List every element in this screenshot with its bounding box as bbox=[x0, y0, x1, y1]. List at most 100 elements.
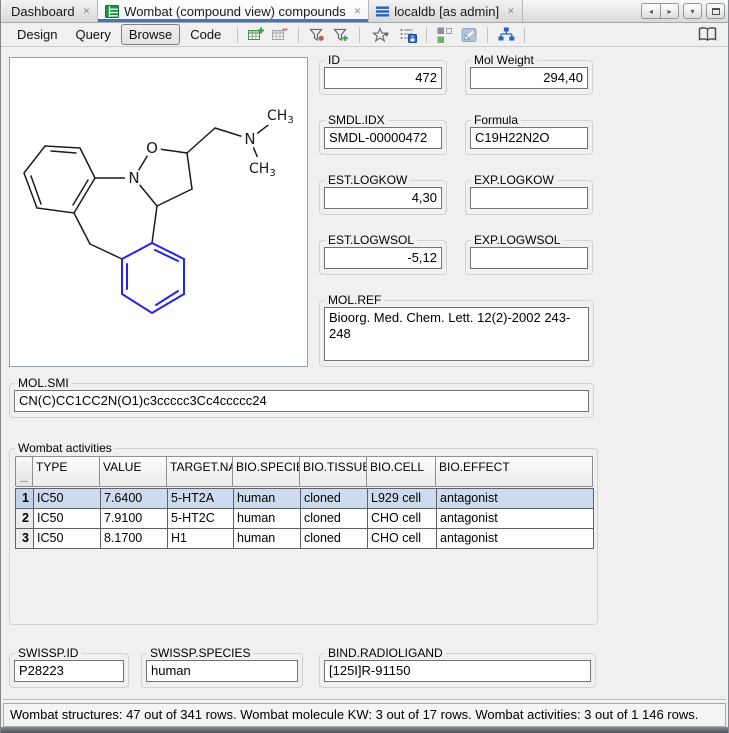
query-view-button[interactable]: Query bbox=[67, 24, 118, 45]
close-icon[interactable]: ✕ bbox=[507, 7, 515, 16]
formula-input[interactable]: C19H22N2O bbox=[470, 127, 588, 149]
table-cell[interactable]: IC50 bbox=[34, 529, 101, 549]
favorites-dropdown-button[interactable]: ▾ bbox=[367, 25, 395, 45]
exp-logkow-input[interactable] bbox=[470, 187, 588, 209]
structure-panel[interactable]: N O N CH3 CH3 bbox=[9, 57, 308, 367]
table-cell[interactable]: IC50 bbox=[34, 489, 101, 509]
design-view-button[interactable]: Design bbox=[9, 24, 65, 45]
row-header[interactable]: 1 bbox=[16, 489, 34, 509]
swissp-species-input[interactable]: human bbox=[146, 660, 298, 682]
formula-field-label: Formula bbox=[471, 113, 521, 127]
scroll-tabs-right-button[interactable]: ▸ bbox=[660, 3, 679, 19]
wombat-activities-group: Wombat activities ... TYPE VALUE TARGET.… bbox=[9, 441, 598, 625]
book-icon bbox=[697, 26, 718, 43]
column-header[interactable]: TARGET.NAME bbox=[166, 456, 233, 487]
bind-radioligand-input[interactable]: [125I]R-91150 bbox=[324, 660, 591, 682]
table-cell[interactable]: CHO cell bbox=[368, 509, 437, 529]
row-header[interactable]: 3 bbox=[16, 529, 34, 549]
schema-button[interactable] bbox=[495, 25, 517, 45]
filter-add-icon bbox=[332, 26, 350, 44]
table-cell[interactable]: antagonist bbox=[437, 529, 594, 549]
toolbar-separator bbox=[524, 27, 525, 43]
chevron-down-icon: ▾ bbox=[385, 30, 389, 39]
mol-ref-input[interactable]: Bioorg. Med. Chem. Lett. 12(2)-2002 243-… bbox=[324, 307, 589, 361]
row-header[interactable]: 2 bbox=[16, 509, 34, 529]
tab-wombat-compound-view[interactable]: Wombat (compound view) compounds ✕ bbox=[98, 0, 369, 22]
table-cell[interactable]: CHO cell bbox=[368, 529, 437, 549]
mol-weight-input[interactable]: 294,40 bbox=[470, 67, 588, 89]
table-cell[interactable]: 7.9100 bbox=[101, 509, 168, 529]
tab-dashboard[interactable]: Dashboard ✕ bbox=[4, 0, 98, 22]
table-cell[interactable]: 5-HT2C bbox=[168, 509, 234, 529]
smdl-idx-field-label: SMDL.IDX bbox=[325, 113, 388, 127]
table-cell[interactable]: antagonist bbox=[437, 489, 594, 509]
close-icon[interactable]: ✕ bbox=[354, 7, 362, 16]
tab-controls: ◂ ▸ ▾ bbox=[641, 3, 725, 19]
maximize-icon bbox=[712, 8, 720, 15]
database-list-blue-icon bbox=[376, 6, 389, 17]
exp-logwsol-input[interactable] bbox=[470, 247, 588, 269]
filter-button[interactable] bbox=[306, 25, 328, 45]
column-chooser-button[interactable]: ... bbox=[15, 456, 33, 487]
code-view-button[interactable]: Code bbox=[182, 24, 229, 45]
table-cell[interactable]: H1 bbox=[168, 529, 234, 549]
est-logkow-field-label: EST.LOGKOW bbox=[325, 173, 410, 187]
scroll-tabs-left-button[interactable]: ◂ bbox=[641, 3, 660, 19]
column-header[interactable]: BIO.EFFECT bbox=[435, 456, 593, 487]
mol-smi-input[interactable]: CN(C)CC1CC2N(O1)c3ccccc3Cc4ccccc24 bbox=[14, 390, 589, 412]
browse-view-button[interactable]: Browse bbox=[121, 24, 180, 45]
table-cell[interactable]: IC50 bbox=[34, 509, 101, 529]
table-cell[interactable]: cloned bbox=[301, 489, 368, 509]
swissp-id-input[interactable]: P28223 bbox=[14, 660, 124, 682]
components-button[interactable] bbox=[434, 25, 456, 45]
table-cell[interactable]: human bbox=[234, 529, 301, 549]
column-header[interactable]: TYPE bbox=[32, 456, 100, 487]
mol-smi-field: MOL.SMI CN(C)CC1CC2N(O1)c3ccccc3Cc4ccccc… bbox=[9, 376, 594, 418]
filter-dot-icon bbox=[308, 26, 326, 44]
tab-localdb[interactable]: localdb [as admin] ✕ bbox=[369, 0, 522, 22]
list-save-button[interactable] bbox=[397, 25, 419, 45]
table-cell[interactable]: human bbox=[234, 509, 301, 529]
mol-weight-field-label: Mol Weight bbox=[471, 53, 537, 67]
table-cell[interactable]: cloned bbox=[301, 529, 368, 549]
activities-table-header: ... TYPE VALUE TARGET.NAME BIO.SPECIES B… bbox=[15, 456, 593, 487]
table-cell[interactable]: 8.1700 bbox=[101, 529, 168, 549]
column-header[interactable]: VALUE bbox=[99, 456, 167, 487]
activities-table: ... TYPE VALUE TARGET.NAME BIO.SPECIES B… bbox=[15, 456, 593, 549]
grid-add-button[interactable] bbox=[245, 25, 267, 45]
table-cell[interactable]: antagonist bbox=[437, 509, 594, 529]
table-cell[interactable]: 5-HT2A bbox=[168, 489, 234, 509]
reference-guide-button[interactable] bbox=[696, 25, 718, 45]
maximize-button[interactable] bbox=[706, 3, 725, 19]
toolbar-separator bbox=[237, 27, 238, 43]
exp-logkow-field-label: EXP.LOGKOW bbox=[471, 173, 557, 187]
table-cell[interactable]: L929 cell bbox=[368, 489, 437, 509]
status-bar: Wombat structures: 47 out of 341 rows. W… bbox=[3, 703, 726, 727]
mol-smi-field-label: MOL.SMI bbox=[15, 376, 72, 390]
import-button[interactable] bbox=[458, 25, 480, 45]
column-header[interactable]: BIO.SPECIES bbox=[232, 456, 300, 487]
column-header[interactable]: BIO.CELL bbox=[366, 456, 436, 487]
filter-add-button[interactable] bbox=[330, 25, 352, 45]
est-logwsol-input[interactable]: -5,12 bbox=[324, 247, 442, 269]
grid-remove-button[interactable] bbox=[269, 25, 291, 45]
close-icon[interactable]: ✕ bbox=[83, 7, 91, 16]
column-header[interactable]: BIO.TISSUESOU bbox=[299, 456, 367, 487]
swissp-species-field: SWISSP.SPECIES human bbox=[141, 646, 303, 688]
table-cell[interactable]: human bbox=[234, 489, 301, 509]
est-logkow-input[interactable]: 4,30 bbox=[324, 187, 442, 209]
toolbar-separator bbox=[487, 27, 488, 43]
table-cell[interactable]: cloned bbox=[301, 509, 368, 529]
tab-bar: Dashboard ✕ Wombat (compound view) compo… bbox=[1, 0, 728, 23]
list-save-icon bbox=[399, 26, 417, 44]
grid-remove-icon bbox=[271, 26, 289, 44]
tab-list-dropdown-button[interactable]: ▾ bbox=[683, 3, 702, 19]
id-input[interactable]: 472 bbox=[324, 67, 442, 89]
tab-label: Wombat (compound view) compounds bbox=[124, 4, 346, 19]
table-cell[interactable]: 7.6400 bbox=[101, 489, 168, 509]
smdl-idx-input[interactable]: SMDL-00000472 bbox=[324, 127, 442, 149]
status-divider bbox=[3, 699, 726, 701]
mol-ref-field: MOL.REF Bioorg. Med. Chem. Lett. 12(2)-2… bbox=[319, 293, 594, 367]
app-window: Dashboard ✕ Wombat (compound view) compo… bbox=[0, 0, 729, 733]
exp-logwsol-field: EXP.LOGWSOL bbox=[465, 233, 593, 275]
